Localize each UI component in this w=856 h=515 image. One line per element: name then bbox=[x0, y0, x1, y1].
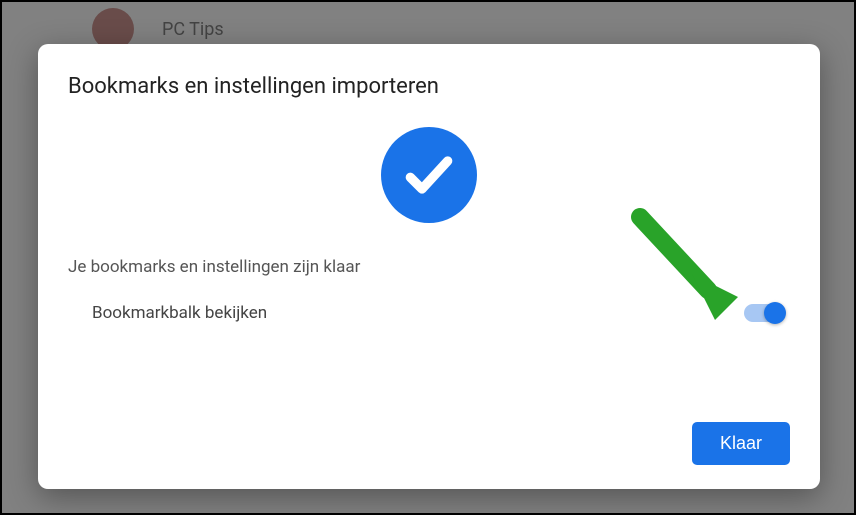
done-button[interactable]: Klaar bbox=[692, 422, 790, 465]
checkmark-icon bbox=[381, 127, 477, 223]
success-indicator bbox=[68, 127, 790, 223]
dialog-footer: Klaar bbox=[68, 422, 790, 465]
show-bookmarks-bar-row: Bookmarkbalk bekijken bbox=[68, 303, 790, 323]
show-bookmarks-bar-toggle[interactable] bbox=[744, 304, 784, 322]
status-text: Je bookmarks en instellingen zijn klaar bbox=[68, 257, 790, 277]
toggle-label: Bookmarkbalk bekijken bbox=[92, 303, 267, 323]
toggle-knob bbox=[764, 302, 786, 324]
import-bookmarks-dialog: Bookmarks en instellingen importeren Je … bbox=[38, 44, 820, 489]
dialog-title: Bookmarks en instellingen importeren bbox=[68, 74, 790, 99]
